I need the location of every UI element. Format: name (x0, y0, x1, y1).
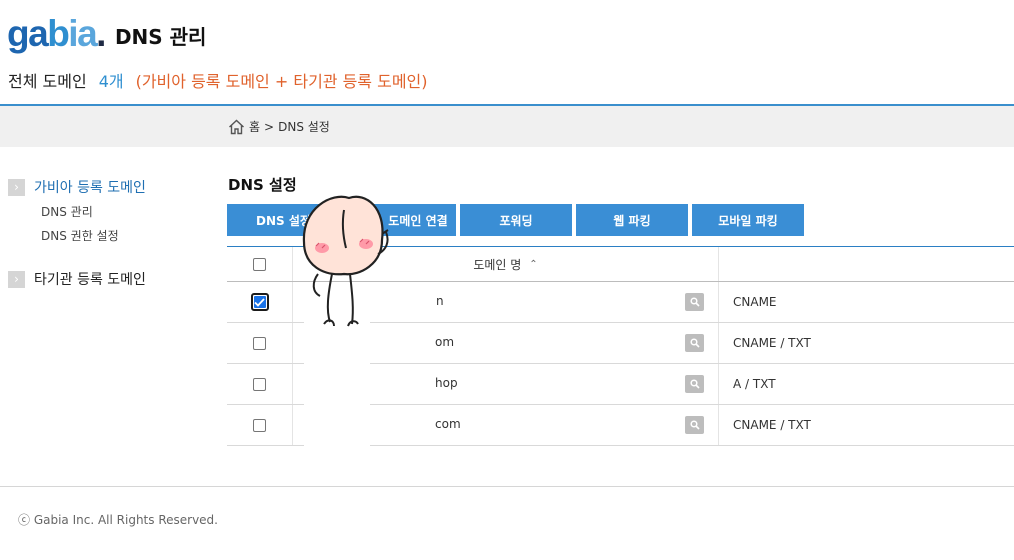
search-icon[interactable] (685, 416, 704, 434)
tab-mobile-parking[interactable]: 모바일 파킹 (692, 204, 804, 236)
summary-count: 4개 (98, 72, 124, 91)
chevron-right-icon: › (8, 270, 25, 288)
search-icon[interactable] (685, 293, 704, 311)
footer-copyright: ⓒ Gabia Inc. All Rights Reserved. (18, 513, 218, 527)
gabia-logo[interactable]: gabia. (7, 15, 106, 52)
record-type: CNAME / TXT (733, 418, 811, 432)
breadcrumb-current: DNS 설정 (278, 120, 330, 134)
row-checkbox[interactable] (250, 293, 269, 311)
domain-summary: 전체 도메인 4개 (가비아 등록 도메인 + 타기관 등록 도메인) (8, 68, 428, 92)
sidebar-subitem-dns-manage[interactable]: DNS 관리 (41, 200, 210, 224)
chevron-right-icon: › (8, 178, 25, 196)
breadcrumb-bar: 홈 > DNS 설정 (0, 106, 1014, 147)
search-icon[interactable] (685, 334, 704, 352)
domain-name: n (436, 294, 444, 308)
header-brand: gabia. DNS 관리 (7, 10, 206, 56)
row-checkbox[interactable] (253, 336, 266, 350)
footer-divider (0, 486, 1014, 487)
select-all-checkbox[interactable] (253, 257, 266, 271)
sidebar-item-external-domains[interactable]: › 타기관 등록 도메인 (8, 266, 210, 292)
domain-name: hop (435, 376, 458, 390)
sidebar-item-label: 가비아 등록 도메인 (34, 180, 146, 196)
record-type: CNAME (733, 295, 777, 309)
tab-web-parking[interactable]: 웹 파킹 (576, 204, 688, 236)
column-domain-label: 도메인 명 (473, 257, 522, 272)
summary-note: (가비아 등록 도메인 + 타기관 등록 도메인) (135, 72, 428, 91)
record-type: CNAME / TXT (733, 336, 811, 350)
peach-character-sticker (302, 195, 389, 480)
sidebar-item-gabia-domains[interactable]: › 가비아 등록 도메인 (8, 174, 210, 200)
row-checkbox[interactable] (253, 377, 266, 391)
sidebar-subitem-dns-permission[interactable]: DNS 권한 설정 (41, 224, 210, 248)
sidebar-item-label: 타기관 등록 도메인 (34, 272, 146, 288)
app-title: DNS 관리 (114, 24, 207, 49)
breadcrumb-separator: > (264, 119, 275, 134)
home-icon[interactable] (228, 119, 245, 135)
breadcrumb-home[interactable]: 홈 (249, 118, 260, 135)
page-title: DNS 설정 (228, 176, 297, 194)
tab-forwarding[interactable]: 포워딩 (460, 204, 572, 236)
breadcrumb: 홈 > DNS 설정 (228, 118, 330, 135)
record-type: A / TXT (733, 377, 776, 391)
sort-up-icon[interactable]: ⌃ (529, 259, 537, 270)
summary-label: 전체 도메인 (8, 72, 87, 91)
domain-name: com (435, 417, 461, 431)
row-checkbox[interactable] (253, 418, 266, 432)
sidebar: › 가비아 등록 도메인 DNS 관리 DNS 권한 설정 › 타기관 등록 도… (0, 174, 210, 292)
domain-name: om (435, 335, 455, 349)
search-icon[interactable] (685, 375, 704, 393)
